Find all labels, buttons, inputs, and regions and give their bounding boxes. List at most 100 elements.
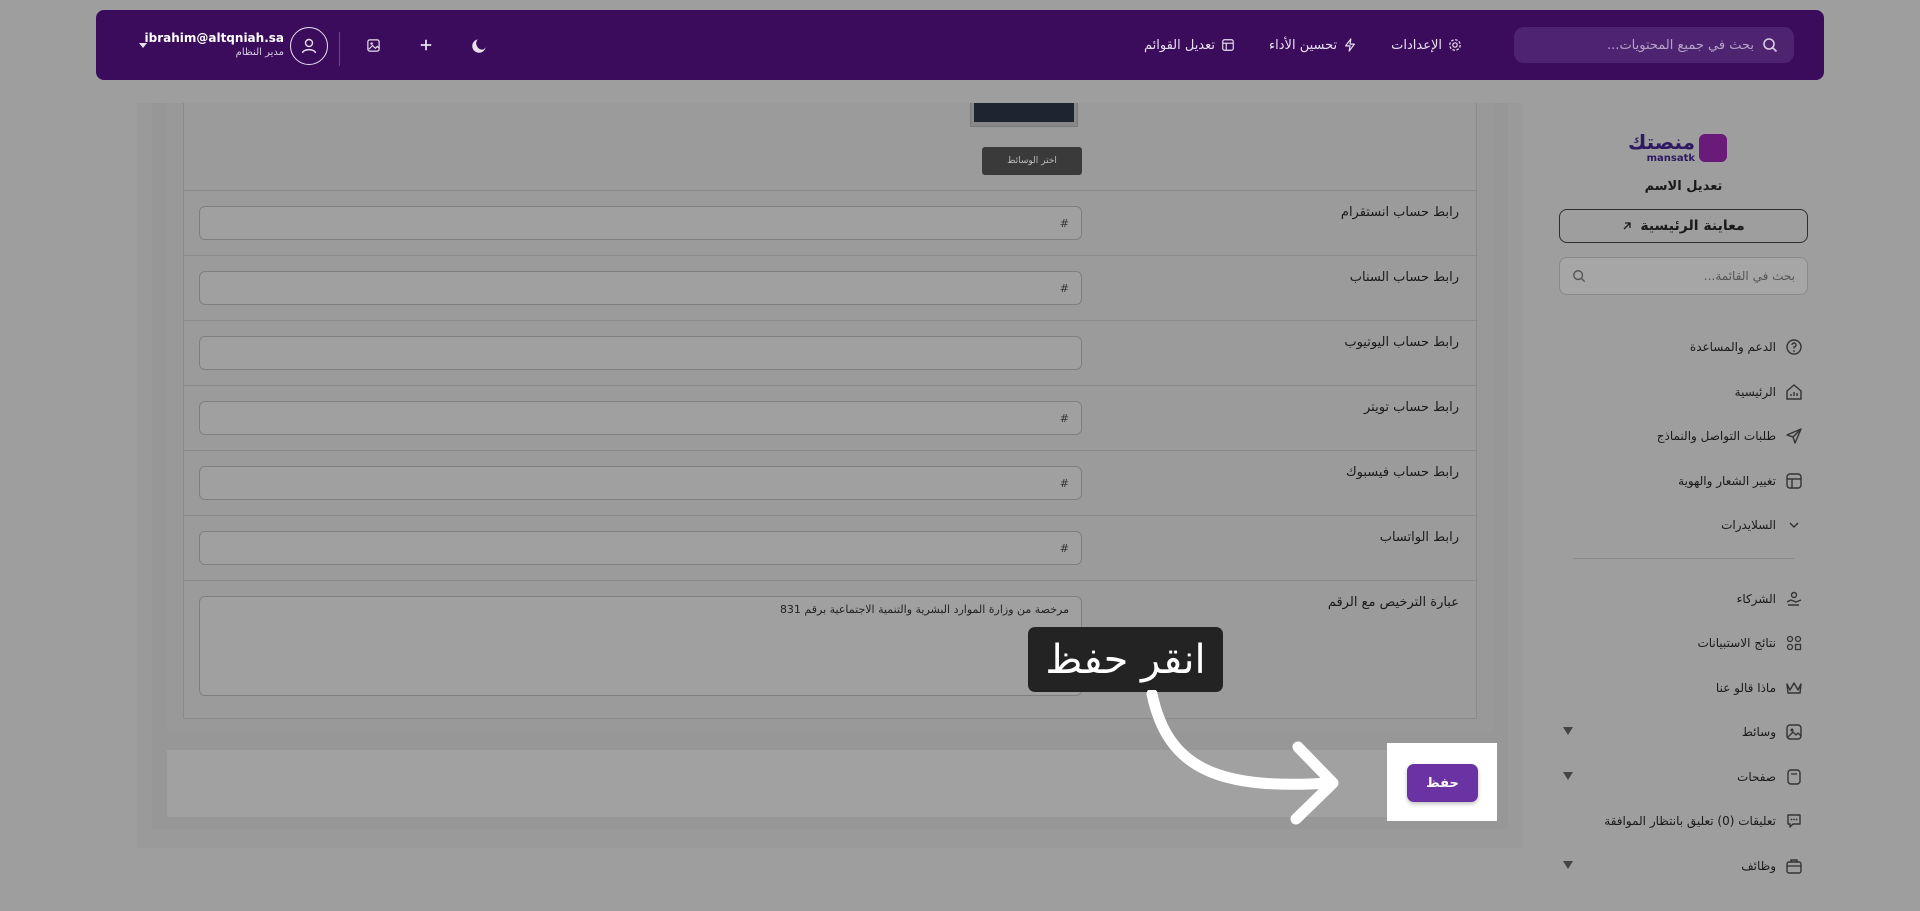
sidebar-item-label: صفحات: [1737, 769, 1776, 784]
search-icon: [1763, 38, 1778, 53]
chart-home-icon: [1784, 382, 1804, 402]
chevron-down-icon: [1784, 515, 1804, 535]
row-divider: [184, 190, 1476, 191]
user-avatar[interactable]: [290, 27, 328, 65]
media-button[interactable]: [362, 34, 384, 56]
user-info[interactable]: ibrahim@altqniah.sa مدير النظام: [144, 31, 284, 60]
expand-caret-icon[interactable]: [1563, 727, 1573, 735]
field-label-youtube: رابط حساب اليوتيوب: [1344, 335, 1459, 350]
site-name[interactable]: تعديل الاسم: [1543, 179, 1824, 194]
sidebar-item-label: تعليقات (0) تعليق بانتظار الموافقة: [1604, 814, 1776, 829]
nav-edit-menus-label: تعديل القوائم: [1143, 37, 1216, 53]
sidebar-item-branding[interactable]: تغيير الشعار والهوية: [1563, 459, 1804, 504]
row-divider: [184, 385, 1476, 386]
sidebar-item-home[interactable]: الرئيسية: [1563, 370, 1804, 415]
snapchat-url-input[interactable]: #: [199, 271, 1082, 305]
sidebar-item-label: السلايدرات: [1721, 518, 1776, 533]
hint-arrow-icon: [1146, 690, 1339, 825]
row-divider: [184, 255, 1476, 256]
row-divider: [184, 320, 1476, 321]
sidebar: منصتك mansatk تعديل الاسم معاينة الرئيسي…: [1543, 105, 1824, 911]
user-email: ibrahim@altqniah.sa: [144, 31, 284, 45]
image-icon: [1784, 722, 1804, 742]
sidebar-item-label: وظائف: [1741, 858, 1776, 873]
logo-mark-icon: [1699, 134, 1727, 162]
sidebar-item-partners[interactable]: الشركاء: [1563, 577, 1804, 622]
add-new-button[interactable]: [415, 34, 437, 56]
row-divider: [184, 450, 1476, 451]
sidebar-item-label: طلبات التواصل والنماذج: [1656, 429, 1776, 444]
facebook-url-input[interactable]: #: [199, 466, 1082, 500]
briefcase-icon: [1784, 856, 1804, 876]
nav-performance-link[interactable]: تحسين الأداء: [1269, 38, 1357, 53]
choose-media-button[interactable]: اختر الوسائط: [982, 147, 1082, 175]
field-label-whatsapp: رابط الواتساب: [1379, 530, 1459, 545]
global-search-placeholder: بحث في جميع المحتويات...: [1607, 37, 1754, 53]
sidebar-item-media[interactable]: وسائط: [1563, 710, 1804, 755]
brand-logo[interactable]: منصتك mansatk: [1628, 129, 1731, 167]
sidebar-item-jobs[interactable]: وظائف: [1563, 844, 1804, 889]
sidebar-item-label: ماذا قالو عنا: [1715, 680, 1776, 695]
user-icon: [301, 38, 317, 54]
sidebar-menu: الدعم والمساعدة الرئيسية طلبات التواصل و…: [1563, 325, 1804, 888]
nav-edit-menus-link[interactable]: تعديل القوائم: [1144, 38, 1235, 53]
plus-icon: [420, 39, 432, 51]
expand-caret-icon[interactable]: [1563, 860, 1573, 869]
license-textarea[interactable]: مرخصة من وزارة الموارد البشرية والتنمية …: [199, 596, 1082, 696]
field-label-snapchat: رابط حساب السناب: [1349, 270, 1459, 285]
sidebar-item-label: نتائج الاستبيانات: [1697, 636, 1776, 651]
grid-shapes-icon: [1784, 633, 1804, 653]
sidebar-item-sliders[interactable]: السلايدرات: [1563, 503, 1804, 548]
nav-divider: [339, 32, 340, 66]
top-navbar: بحث في جميع المحتويات... الإعدادات تحسين…: [96, 10, 1824, 80]
sidebar-item-label: تغيير الشعار والهوية: [1678, 473, 1776, 488]
nav-settings-link[interactable]: الإعدادات: [1391, 38, 1462, 53]
pages-icon: [1784, 767, 1804, 787]
moon-icon: [472, 39, 486, 53]
user-menu-caret-icon[interactable]: [139, 43, 147, 48]
menu-search-input[interactable]: بحث في القائمة...: [1559, 257, 1808, 295]
nav-menu: الإعدادات تحسين الأداء تعديل القوائم: [1144, 10, 1462, 80]
sidebar-item-pages[interactable]: صفحات: [1563, 755, 1804, 800]
image-icon: [366, 38, 380, 52]
nav-settings-label: الإعدادات: [1391, 37, 1442, 53]
expand-caret-icon[interactable]: [1563, 771, 1573, 780]
gear-icon: [1449, 39, 1461, 51]
logo-text: منصتك: [1627, 130, 1695, 154]
thumbnail-image: [974, 103, 1074, 122]
whatsapp-url-input[interactable]: #: [199, 531, 1082, 565]
logo-subtext: mansatk: [1646, 153, 1695, 164]
help-circle-icon: [1784, 337, 1804, 357]
sidebar-item-label: الشركاء: [1736, 591, 1776, 606]
preview-home-button[interactable]: معاينة الرئيسية: [1559, 209, 1808, 243]
sidebar-item-support[interactable]: الدعم والمساعدة: [1563, 325, 1804, 370]
nav-performance-label: تحسين الأداء: [1269, 37, 1338, 53]
instagram-url-input[interactable]: #: [199, 206, 1082, 240]
external-arrow-icon: [1623, 222, 1631, 230]
send-icon: [1784, 426, 1804, 446]
tutorial-hint: انقر حفظ: [1028, 627, 1223, 692]
preview-home-label: معاينة الرئيسية: [1640, 218, 1745, 234]
field-label-facebook: رابط حساب فيسبوك: [1345, 465, 1459, 480]
menu-search-placeholder: بحث في القائمة...: [1703, 269, 1795, 283]
sidebar-item-contact-requests[interactable]: طلبات التواصل والنماذج: [1563, 414, 1804, 459]
sidebar-item-testimonials[interactable]: ماذا قالو عنا: [1563, 666, 1804, 711]
dark-mode-toggle[interactable]: [469, 34, 491, 56]
sidebar-item-label: وسائط: [1741, 725, 1776, 740]
crown-icon: [1784, 678, 1804, 698]
field-label-license: عبارة الترخيص مع الرقم: [1327, 595, 1459, 610]
save-button[interactable]: حفظ: [1407, 764, 1478, 802]
sidebar-divider: [1573, 557, 1794, 559]
handshake-icon: [1784, 589, 1804, 609]
youtube-url-input[interactable]: [199, 336, 1082, 370]
twitter-url-input[interactable]: #: [199, 401, 1082, 435]
sidebar-item-comments[interactable]: تعليقات (0) تعليق بانتظار الموافقة: [1563, 799, 1804, 844]
field-label-instagram: رابط حساب انستقرام: [1340, 205, 1459, 220]
comment-icon: [1784, 811, 1804, 831]
sidebar-item-label: الدعم والمساعدة: [1689, 340, 1776, 355]
bolt-icon: [1345, 38, 1356, 52]
sidebar-item-survey-results[interactable]: نتائج الاستبيانات: [1563, 621, 1804, 666]
global-search-input[interactable]: بحث في جميع المحتويات...: [1514, 27, 1794, 63]
layout-icon: [1222, 39, 1234, 51]
row-divider: [184, 515, 1476, 516]
